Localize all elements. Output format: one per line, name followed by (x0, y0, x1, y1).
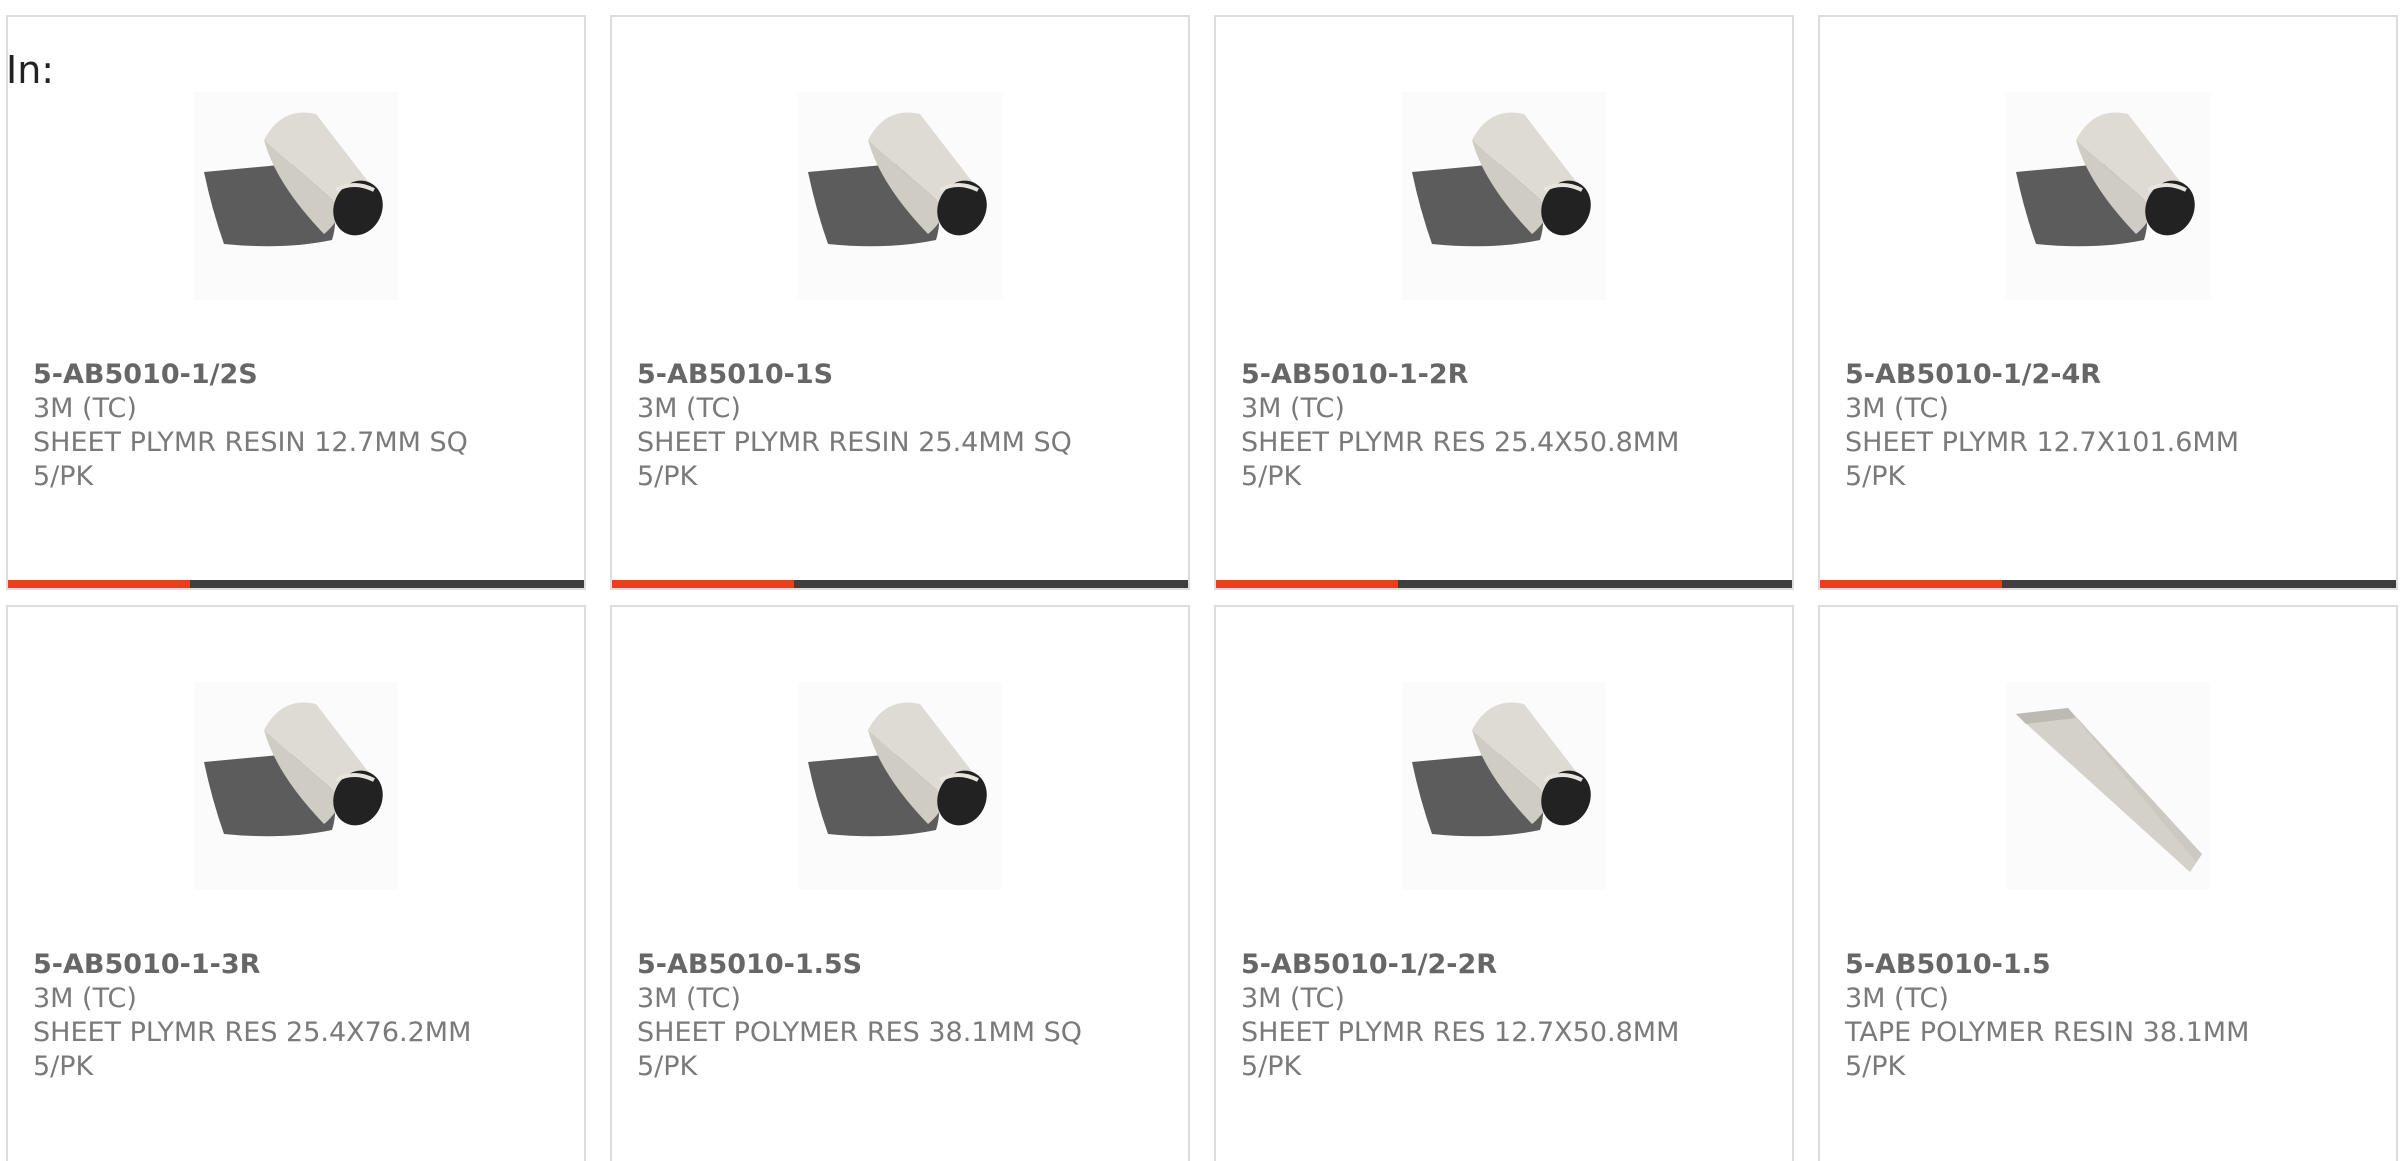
description-text: TAPE POLYMER RESIN 38.1MM (1845, 1017, 2250, 1048)
product-info: 5-AB5010-1-3R 3M (TC) SHEET PLYMR RES 25… (33, 947, 564, 1084)
part-number[interactable]: 5-AB5010-1/2-4R (1845, 357, 2376, 392)
card-bottom-bar-accent (1820, 580, 2002, 588)
card-bottom-bar-accent (8, 580, 190, 588)
card-bottom-bar (1216, 580, 1792, 588)
pack-text: 5/PK (33, 1051, 94, 1082)
product-info: 5-AB5010-1/2-2R 3M (TC) SHEET PLYMR RES … (1241, 947, 1772, 1084)
description-text: SHEET POLYMER RES 38.1MM SQ (637, 1017, 1083, 1048)
description-text: SHEET PLYMR RES 12.7X50.8MM (1241, 1017, 1680, 1048)
card-bottom-bar-accent (612, 580, 794, 588)
brand-text: 3M (TC) (1241, 983, 1345, 1014)
pack-text: 5/PK (637, 461, 698, 492)
rolled-sheet-image[interactable] (2006, 92, 2210, 300)
product-card[interactable]: 5-AB5010-1-3R 3M (TC) SHEET PLYMR RES 25… (6, 605, 586, 1161)
product-card[interactable]: 5-AB5010-1/2-2R 3M (TC) SHEET PLYMR RES … (1214, 605, 1794, 1161)
pack-text: 5/PK (33, 461, 94, 492)
pack-text: 5/PK (1241, 461, 1302, 492)
product-card[interactable]: 5-AB5010-1/2S 3M (TC) SHEET PLYMR RESIN … (6, 15, 586, 590)
in-label: In: (6, 48, 55, 92)
product-card[interactable]: 5-AB5010-1.5 3M (TC) TAPE POLYMER RESIN … (1818, 605, 2398, 1161)
brand-text: 3M (TC) (1241, 393, 1345, 424)
brand-text: 3M (TC) (1845, 393, 1949, 424)
rolled-sheet-image[interactable] (798, 92, 1002, 300)
part-number[interactable]: 5-AB5010-1S (637, 357, 1168, 392)
card-bottom-bar (8, 580, 584, 588)
brand-text: 3M (TC) (33, 983, 137, 1014)
part-number[interactable]: 5-AB5010-1.5S (637, 947, 1168, 982)
rolled-sheet-image[interactable] (194, 682, 398, 890)
brand-text: 3M (TC) (33, 393, 137, 424)
pack-text: 5/PK (1241, 1051, 1302, 1082)
product-listing-page: In: 5-AB5010-1/2S 3M (TC) SHEET PLYMR RE… (0, 0, 2400, 1161)
description-text: SHEET PLYMR 12.7X101.6MM (1845, 427, 2240, 458)
pack-text: 5/PK (637, 1051, 698, 1082)
description-text: SHEET PLYMR RESIN 12.7MM SQ (33, 427, 468, 458)
rolled-sheet-image[interactable] (1402, 682, 1606, 890)
pack-text: 5/PK (1845, 1051, 1906, 1082)
product-info: 5-AB5010-1/2-4R 3M (TC) SHEET PLYMR 12.7… (1845, 357, 2376, 494)
tape-strip-image[interactable] (2006, 682, 2210, 890)
product-card[interactable]: 5-AB5010-1-2R 3M (TC) SHEET PLYMR RES 25… (1214, 15, 1794, 590)
product-info: 5-AB5010-1/2S 3M (TC) SHEET PLYMR RESIN … (33, 357, 564, 494)
pack-text: 5/PK (1845, 461, 1906, 492)
card-bottom-bar-accent (1216, 580, 1398, 588)
product-grid: 5-AB5010-1/2S 3M (TC) SHEET PLYMR RESIN … (6, 15, 2398, 1161)
product-card[interactable]: 5-AB5010-1S 3M (TC) SHEET PLYMR RESIN 25… (610, 15, 1190, 590)
part-number[interactable]: 5-AB5010-1.5 (1845, 947, 2376, 982)
description-text: SHEET PLYMR RES 25.4X76.2MM (33, 1017, 472, 1048)
product-card[interactable]: 5-AB5010-1.5S 3M (TC) SHEET POLYMER RES … (610, 605, 1190, 1161)
description-text: SHEET PLYMR RES 25.4X50.8MM (1241, 427, 1680, 458)
rolled-sheet-image[interactable] (194, 92, 398, 300)
part-number[interactable]: 5-AB5010-1-2R (1241, 357, 1772, 392)
card-bottom-bar (612, 580, 1188, 588)
brand-text: 3M (TC) (637, 393, 741, 424)
part-number[interactable]: 5-AB5010-1/2-2R (1241, 947, 1772, 982)
card-bottom-bar (1820, 580, 2396, 588)
rolled-sheet-image[interactable] (1402, 92, 1606, 300)
product-info: 5-AB5010-1.5 3M (TC) TAPE POLYMER RESIN … (1845, 947, 2376, 1084)
product-info: 5-AB5010-1.5S 3M (TC) SHEET POLYMER RES … (637, 947, 1168, 1084)
product-card[interactable]: 5-AB5010-1/2-4R 3M (TC) SHEET PLYMR 12.7… (1818, 15, 2398, 590)
part-number[interactable]: 5-AB5010-1-3R (33, 947, 564, 982)
brand-text: 3M (TC) (1845, 983, 1949, 1014)
product-info: 5-AB5010-1-2R 3M (TC) SHEET PLYMR RES 25… (1241, 357, 1772, 494)
brand-text: 3M (TC) (637, 983, 741, 1014)
part-number[interactable]: 5-AB5010-1/2S (33, 357, 564, 392)
description-text: SHEET PLYMR RESIN 25.4MM SQ (637, 427, 1072, 458)
product-info: 5-AB5010-1S 3M (TC) SHEET PLYMR RESIN 25… (637, 357, 1168, 494)
rolled-sheet-image[interactable] (798, 682, 1002, 890)
